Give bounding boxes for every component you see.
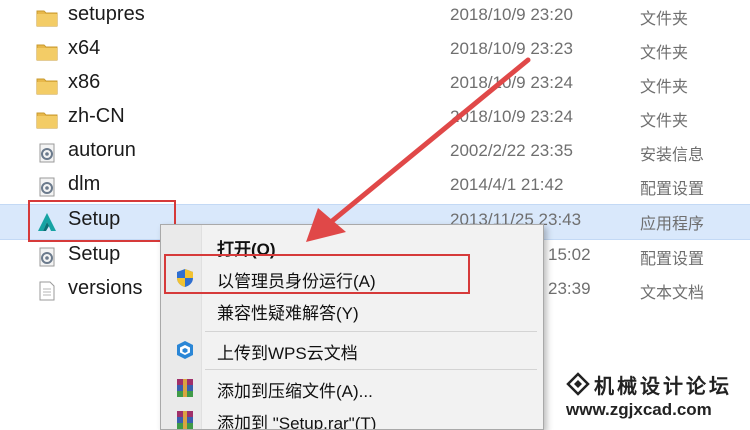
file-type: 文本文档 <box>640 285 705 302</box>
file-date: 2018/10/9 23:24 <box>450 73 573 92</box>
file-date: 2018/10/9 23:23 <box>450 39 573 58</box>
folder-icon <box>36 10 58 27</box>
folder-icon <box>36 78 58 95</box>
highlight-box-run-as-admin <box>164 254 470 294</box>
watermark: 机械设计论坛 www.zgjxcad.com <box>558 366 748 426</box>
file-row-zh-cn[interactable]: zh-CN 2018/10/9 23:24 文件夹 <box>0 102 750 136</box>
wps-cloud-icon <box>177 341 193 359</box>
file-row-setupres[interactable]: setupres 2018/10/9 23:20 文件夹 <box>0 0 750 34</box>
file-name: versions <box>68 277 143 299</box>
file-date: 2018/10/9 23:20 <box>450 5 573 24</box>
file-name: dlm <box>68 173 101 195</box>
logo-icon <box>566 372 590 396</box>
folder-icon <box>36 112 58 129</box>
menu-separator <box>205 369 537 370</box>
file-date: 2018/10/9 23:24 <box>450 107 573 126</box>
menu-item-add-to-archive[interactable]: 添加到压缩文件(A)... <box>161 371 543 405</box>
file-type: 安装信息 <box>640 147 705 164</box>
file-date: 15:02 <box>548 245 591 264</box>
menu-item-compat-troubleshoot[interactable]: 兼容性疑难解答(Y) <box>161 293 543 327</box>
file-date: 23:39 <box>548 279 591 298</box>
settings-file-icon <box>39 247 55 267</box>
file-row-x64[interactable]: x64 2018/10/9 23:23 文件夹 <box>0 34 750 68</box>
file-row-x86[interactable]: x86 2018/10/9 23:24 文件夹 <box>0 68 750 102</box>
settings-file-icon <box>39 143 55 163</box>
file-type: 文件夹 <box>640 113 689 130</box>
menu-separator <box>205 331 537 332</box>
file-date: 2014/4/1 21:42 <box>450 175 564 194</box>
winrar-icon <box>177 411 193 429</box>
file-type: 文件夹 <box>640 79 689 96</box>
menu-item-label: 添加到 "Setup.rar"(T) <box>217 414 377 430</box>
file-date: 2002/2/22 23:35 <box>450 141 573 160</box>
watermark-url: www.zgjxcad.com <box>566 400 712 419</box>
file-type: 文件夹 <box>640 45 689 62</box>
menu-item-add-to-setup-rar[interactable]: 添加到 "Setup.rar"(T) <box>161 403 543 430</box>
menu-item-upload-wps[interactable]: 上传到WPS云文档 <box>161 333 543 367</box>
settings-file-icon <box>39 177 55 197</box>
file-row-autorun[interactable]: autorun 2002/2/22 23:35 安装信息 <box>0 136 750 170</box>
text-file-icon <box>39 281 55 301</box>
file-name: autorun <box>68 139 136 161</box>
file-name: setupres <box>68 3 145 25</box>
highlight-box-setup <box>28 200 176 242</box>
file-name: x86 <box>68 71 101 93</box>
menu-item-label: 添加到压缩文件(A)... <box>217 382 373 401</box>
file-type: 配置设置 <box>640 251 705 268</box>
file-type: 配置设置 <box>640 181 705 198</box>
file-name: zh-CN <box>68 105 125 127</box>
watermark-title: 机械设计论坛 <box>594 376 732 398</box>
file-type: 文件夹 <box>640 11 689 28</box>
file-type: 应用程序 <box>640 216 705 233</box>
file-name: Setup <box>68 243 121 265</box>
menu-item-label: 兼容性疑难解答(Y) <box>217 304 359 323</box>
file-row-dlm[interactable]: dlm 2014/4/1 21:42 配置设置 <box>0 170 750 204</box>
folder-icon <box>36 44 58 61</box>
menu-item-label: 上传到WPS云文档 <box>217 344 358 363</box>
winrar-icon <box>177 379 193 397</box>
file-name: x64 <box>68 37 101 59</box>
